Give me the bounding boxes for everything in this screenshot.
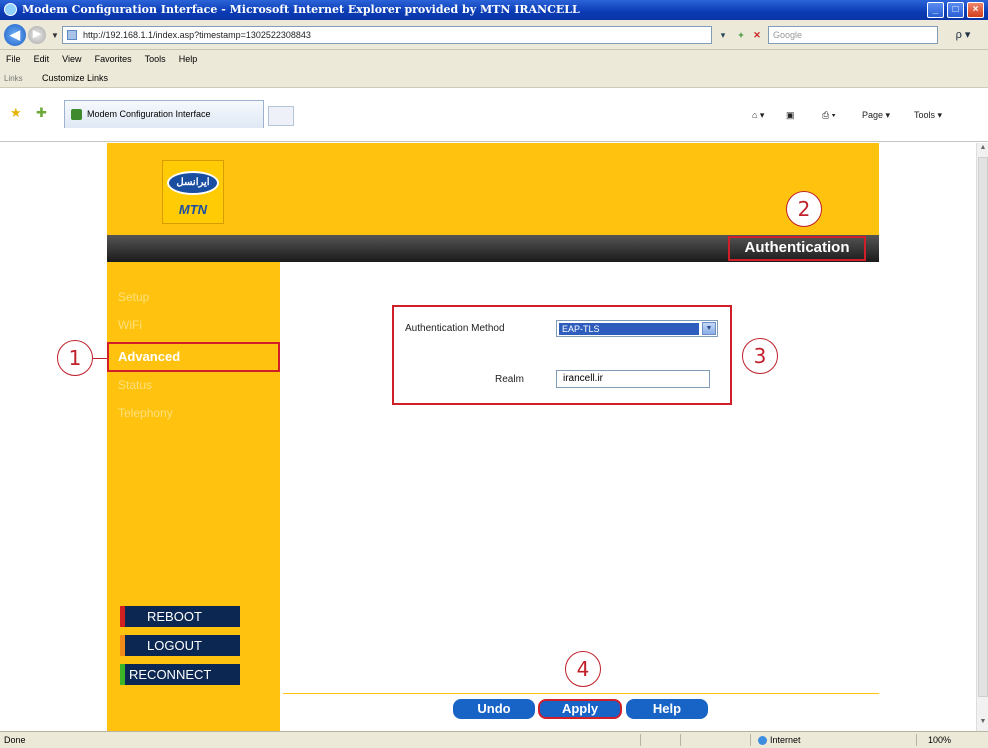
print-icon[interactable]: ⎙ ▾: [822, 110, 835, 121]
reboot-button[interactable]: REBOOT: [120, 606, 240, 627]
new-tab-button[interactable]: [268, 106, 294, 126]
menu-bar: File Edit View Favorites Tools Help: [0, 50, 988, 70]
tab-page-icon: [71, 109, 82, 120]
tools-menu[interactable]: Tools ▾: [914, 110, 942, 121]
favorites-star-icon[interactable]: ★: [10, 105, 22, 121]
globe-icon: [758, 736, 767, 746]
maximize-button[interactable]: □: [947, 2, 964, 18]
history-dropdown-icon[interactable]: ▼: [51, 31, 59, 40]
status-divider: [916, 734, 917, 746]
close-button[interactable]: ×: [967, 2, 984, 18]
apply-button[interactable]: Apply: [538, 699, 622, 719]
sidebar: [107, 262, 280, 731]
irancell-logo: ایرانسل MTN: [162, 160, 224, 224]
zone-label: Internet: [770, 735, 801, 745]
feeds-icon[interactable]: ▣: [786, 110, 795, 121]
status-text: Done: [4, 735, 26, 745]
status-bar: Done Internet 100%: [0, 731, 988, 748]
status-divider: [750, 734, 751, 746]
menu-file[interactable]: File: [6, 54, 21, 64]
menu-help[interactable]: Help: [179, 54, 198, 64]
auth-method-select[interactable]: EAP-TLS ▼: [556, 320, 718, 337]
window-title: Modem Configuration Interface - Microsof…: [22, 3, 580, 16]
menu-view[interactable]: View: [62, 54, 81, 64]
undo-button[interactable]: Undo: [453, 699, 535, 719]
ie-icon: [4, 3, 17, 16]
callout-1-connector: [93, 358, 107, 359]
back-button[interactable]: ◀: [4, 24, 26, 46]
page-menu[interactable]: Page ▾: [862, 110, 890, 121]
sidebar-item-setup[interactable]: Setup: [118, 290, 149, 304]
page-icon: [67, 30, 77, 40]
security-zone: Internet: [758, 735, 801, 746]
search-input[interactable]: Google: [768, 26, 938, 44]
scroll-up-icon[interactable]: ▲: [978, 144, 988, 156]
zoom-level[interactable]: 100%: [928, 735, 951, 745]
search-button[interactable]: ρ ▾: [944, 26, 982, 44]
stop-icon[interactable]: ✕: [750, 28, 764, 42]
address-input[interactable]: http://192.168.1.1/index.asp?timestamp=1…: [62, 26, 712, 44]
minimize-button[interactable]: _: [927, 2, 944, 18]
customize-links-link[interactable]: Customize Links: [42, 73, 108, 83]
refresh-icon[interactable]: +: [734, 28, 748, 42]
reconnect-button[interactable]: RECONNECT: [120, 664, 240, 685]
sidebar-item-telephony[interactable]: Telephony: [118, 406, 173, 420]
sidebar-item-advanced[interactable]: Advanced: [107, 342, 280, 372]
sidebar-item-status[interactable]: Status: [118, 378, 152, 392]
forward-button[interactable]: ▶: [28, 26, 46, 44]
logo-wordmark: ایرانسل: [167, 171, 219, 195]
menu-favorites[interactable]: Favorites: [95, 54, 132, 64]
go-dropdown-icon[interactable]: ▾: [716, 28, 730, 42]
logo-mtn: MTN: [178, 202, 208, 217]
links-bar: Links Customize Links: [0, 70, 988, 88]
status-divider: [680, 734, 681, 746]
auth-method-label: Authentication Method: [405, 323, 505, 334]
callout-2: 2: [786, 191, 822, 227]
status-divider: [640, 734, 641, 746]
window-title-bar: Modem Configuration Interface - Microsof…: [0, 0, 988, 20]
realm-input[interactable]: irancell.ir: [556, 370, 710, 388]
address-toolbar: ◀ ▶ ▼ http://192.168.1.1/index.asp?times…: [0, 20, 988, 50]
home-icon[interactable]: ⌂ ▾: [752, 110, 764, 121]
links-label: Links: [4, 74, 23, 83]
tab-bar: ★ ✚ Modem Configuration Interface ⌂ ▾ ▣ …: [0, 88, 988, 142]
scroll-down-icon[interactable]: ▼: [978, 718, 988, 730]
callout-3: 3: [742, 338, 778, 374]
callout-4: 4: [565, 651, 601, 687]
vertical-scrollbar[interactable]: ▲ ▼: [976, 143, 988, 731]
help-button[interactable]: Help: [626, 699, 708, 719]
tab-label: Modem Configuration Interface: [87, 109, 211, 119]
realm-label: Realm: [495, 374, 524, 385]
scroll-thumb[interactable]: [978, 157, 988, 697]
page-title: Authentication: [728, 236, 866, 261]
sidebar-item-wifi[interactable]: WiFi: [118, 318, 142, 332]
chevron-down-icon[interactable]: ▼: [702, 322, 716, 335]
search-placeholder: Google: [773, 30, 803, 40]
auth-method-value: EAP-TLS: [559, 323, 699, 335]
footer-divider: [283, 693, 879, 694]
menu-tools[interactable]: Tools: [145, 54, 166, 64]
address-url: http://192.168.1.1/index.asp?timestamp=1…: [83, 30, 311, 40]
add-favorites-icon[interactable]: ✚: [36, 105, 47, 121]
logout-button[interactable]: LOGOUT: [120, 635, 240, 656]
callout-1: 1: [57, 340, 93, 376]
menu-edit[interactable]: Edit: [34, 54, 50, 64]
tab-modem-configuration[interactable]: Modem Configuration Interface: [64, 100, 264, 128]
